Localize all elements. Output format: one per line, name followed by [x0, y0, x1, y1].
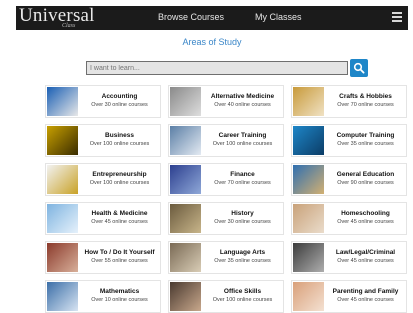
nav-browse-courses[interactable]: Browse Courses	[158, 12, 224, 23]
category-course-count: Over 35 online courses	[214, 258, 271, 264]
category-course-count: Over 40 online courses	[214, 102, 271, 108]
category-card[interactable]: Office Skills Over 100 online courses	[168, 280, 284, 313]
category-title: Language Arts	[219, 249, 266, 256]
category-title: Entrepreneurship	[92, 171, 147, 178]
category-title: Alternative Medicine	[210, 93, 275, 100]
category-card[interactable]: Health & Medicine Over 45 online courses	[45, 202, 161, 235]
homeschooling-thumb-icon	[293, 204, 324, 233]
entrepreneurship-thumb-icon	[47, 165, 78, 194]
mathematics-thumb-icon	[47, 282, 78, 311]
category-course-count: Over 100 online courses	[89, 141, 150, 147]
category-title: Homeschooling	[341, 210, 390, 217]
category-course-count: Over 45 online courses	[337, 297, 394, 303]
category-card[interactable]: Finance Over 70 online courses	[168, 163, 284, 196]
alternative-medicine-thumb-icon	[170, 87, 201, 116]
category-card[interactable]: Language Arts Over 35 online courses	[168, 241, 284, 274]
nav-my-classes[interactable]: My Classes	[255, 12, 302, 23]
category-title: Business	[105, 132, 134, 139]
category-title: History	[231, 210, 254, 217]
category-card[interactable]: Business Over 100 online courses	[45, 124, 161, 157]
category-card[interactable]: Career Training Over 100 online courses	[168, 124, 284, 157]
business-thumb-icon	[47, 126, 78, 155]
category-card[interactable]: Accounting Over 30 online courses	[45, 85, 161, 118]
category-course-count: Over 30 online courses	[91, 102, 148, 108]
office-skills-thumb-icon	[170, 282, 201, 311]
hamburger-menu-icon[interactable]	[392, 12, 402, 22]
category-card[interactable]: Homeschooling Over 45 online courses	[291, 202, 407, 235]
category-course-count: Over 10 online courses	[91, 297, 148, 303]
language-arts-thumb-icon	[170, 243, 201, 272]
category-course-count: Over 55 online courses	[91, 258, 148, 264]
category-course-count: Over 100 online courses	[212, 141, 273, 147]
computer-training-thumb-icon	[293, 126, 324, 155]
category-course-count: Over 45 online courses	[337, 219, 394, 225]
category-title: Accounting	[101, 93, 138, 100]
search-input[interactable]	[86, 61, 348, 75]
page-title: Areas of Study	[182, 37, 242, 47]
search-button[interactable]	[350, 59, 368, 77]
finance-thumb-icon	[170, 165, 201, 194]
category-course-count: Over 35 online courses	[337, 141, 394, 147]
category-card[interactable]: Computer Training Over 35 online courses	[291, 124, 407, 157]
history-thumb-icon	[170, 204, 201, 233]
category-course-count: Over 70 online courses	[337, 102, 394, 108]
logo-subtext: Class	[62, 23, 76, 29]
category-card[interactable]: General Education Over 90 online courses	[291, 163, 407, 196]
category-title: Mathematics	[99, 288, 140, 295]
category-title: Parenting and Family	[332, 288, 399, 295]
category-course-count: Over 100 online courses	[89, 180, 150, 186]
category-course-count: Over 100 online courses	[212, 297, 273, 303]
category-course-count: Over 70 online courses	[214, 180, 271, 186]
category-card[interactable]: Mathematics Over 10 online courses	[45, 280, 161, 313]
category-card[interactable]: Crafts & Hobbies Over 70 online courses	[291, 85, 407, 118]
logo-text: Universal	[19, 5, 95, 26]
accounting-thumb-icon	[47, 87, 78, 116]
category-card[interactable]: How To / Do It Yourself Over 55 online co…	[45, 241, 161, 274]
category-title: Finance	[230, 171, 255, 178]
category-card[interactable]: Entrepreneurship Over 100 online courses	[45, 163, 161, 196]
category-card[interactable]: Alternative Medicine Over 40 online cours…	[168, 85, 284, 118]
category-course-count: Over 45 online courses	[91, 219, 148, 225]
category-title: Office Skills	[223, 288, 262, 295]
category-title: Crafts & Hobbies	[339, 93, 392, 100]
category-title: Computer Training	[336, 132, 395, 139]
category-course-count: Over 45 online courses	[337, 258, 394, 264]
category-course-count: Over 30 online courses	[214, 219, 271, 225]
category-title: Health & Medicine	[91, 210, 148, 217]
crafts-hobbies-thumb-icon	[293, 87, 324, 116]
category-card[interactable]: Law/Legal/Criminal Over 45 online courses	[291, 241, 407, 274]
category-card[interactable]: Parenting and Family Over 45 online cours…	[291, 280, 407, 313]
how-to-diy-thumb-icon	[47, 243, 78, 272]
parenting-family-thumb-icon	[293, 282, 324, 311]
general-education-thumb-icon	[293, 165, 324, 194]
top-navigation-bar: Universal Class Browse Courses My Classe…	[16, 5, 408, 30]
search-icon	[353, 62, 365, 74]
law-legal-thumb-icon	[293, 243, 324, 272]
category-course-count: Over 90 online courses	[337, 180, 394, 186]
category-card[interactable]: History Over 30 online courses	[168, 202, 284, 235]
category-title: Law/Legal/Criminal	[335, 249, 396, 256]
career-training-thumb-icon	[170, 126, 201, 155]
health-medicine-thumb-icon	[47, 204, 78, 233]
category-title: How To / Do It Yourself	[84, 249, 155, 256]
category-title: Career Training	[218, 132, 267, 139]
category-title: General Education	[336, 171, 395, 178]
